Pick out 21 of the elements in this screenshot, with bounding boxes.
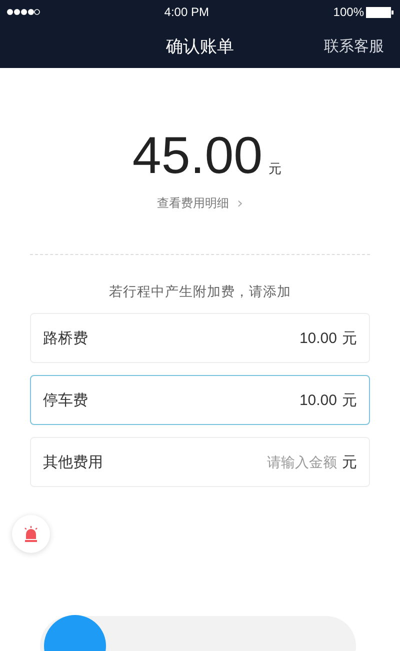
amount-field[interactable]: 10.00 [217,392,337,408]
amount-field[interactable]: 10.00 [217,330,337,346]
extra-fee-hint: 若行程中产生附加费，请添加 [108,283,292,301]
battery-icon [366,6,394,18]
page-title: 确认账单 [166,36,234,58]
siren-icon [22,525,40,543]
currency-unit: 元 [342,328,357,348]
fee-label: 路桥费 [43,328,89,348]
battery-percent: 100% [333,5,364,19]
fee-label: 停车费 [43,390,89,410]
signal-icon [6,8,40,16]
status-time: 4:00 PM [164,5,209,19]
amount-field[interactable]: 请输入金额 [217,454,337,470]
fee-details-link[interactable]: 查看费用明细 › [157,194,243,212]
emergency-alarm-button[interactable] [12,515,50,553]
currency-unit: 元 [342,390,357,410]
contact-support-link[interactable]: 联系客服 [324,36,384,56]
currency-unit: 元 [268,161,282,178]
currency-unit: 元 [342,452,357,472]
fee-label: 其他费用 [43,452,104,472]
fare-amount: 45.00 [132,126,263,186]
